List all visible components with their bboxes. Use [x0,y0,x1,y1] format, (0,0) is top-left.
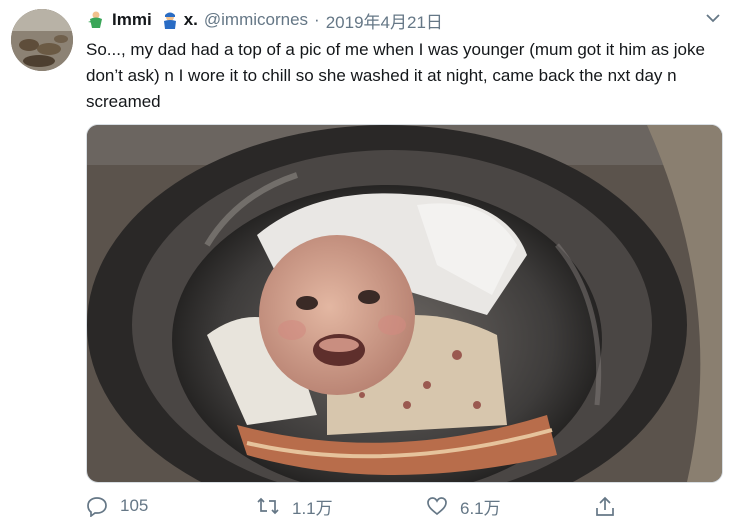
tweet-actions: 105 1.1万 6.1万 [86,491,726,521]
author-handle[interactable]: @immicornes [204,10,308,30]
tweet-header: Immi x. @immicornes · 2019年4月21日 [86,8,723,33]
reply-icon [87,497,107,517]
avatar[interactable] [11,9,73,71]
tweet-text: So..., my dad had a top of a pic of me w… [86,40,705,111]
retweet-button[interactable]: 1.1万 [256,491,333,521]
chevron-down-icon[interactable] [705,12,721,24]
person-emoji-icon [88,11,102,28]
avatar-image [11,9,73,71]
retweet-count: 1.1万 [292,498,333,518]
like-button[interactable]: 6.1万 [426,491,501,521]
tweet-date[interactable]: 2019年4月21日 [326,8,443,33]
tweet-media[interactable] [86,124,723,483]
author-name-suffix[interactable]: x. [184,10,198,30]
author-name[interactable]: Immi [112,10,152,30]
reply-count: 105 [120,496,149,515]
person-emoji-icon [163,12,176,29]
like-count: 6.1万 [460,498,501,518]
washing-machine-photo [87,125,722,482]
reply-button[interactable]: 105 [86,491,148,521]
heart-icon [427,497,447,516]
share-button[interactable] [594,491,616,521]
retweet-icon [257,497,279,515]
separator-dot: · [314,10,320,29]
share-icon [596,496,614,516]
